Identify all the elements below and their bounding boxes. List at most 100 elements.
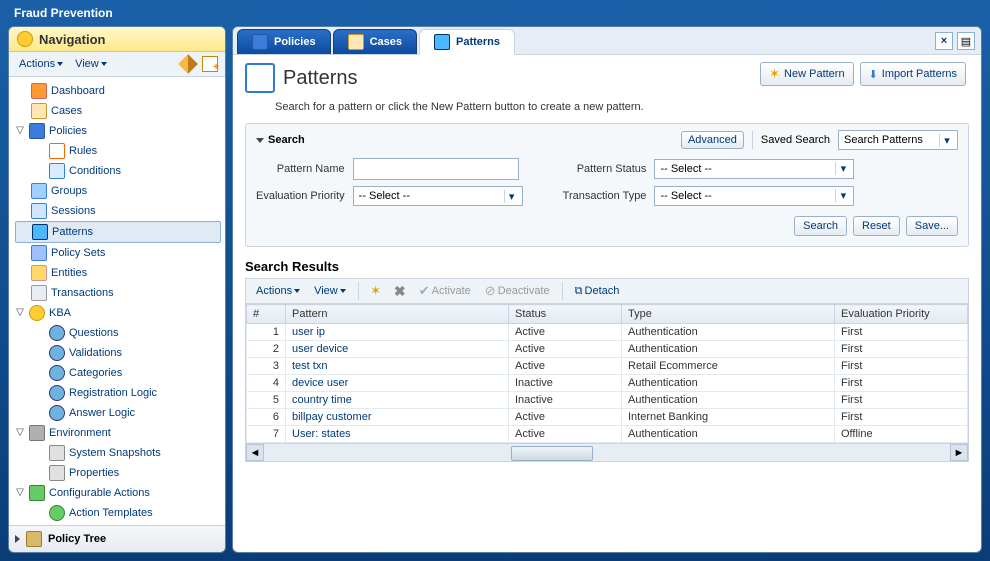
nav-view-label: View <box>75 58 99 70</box>
chevron-down-icon: ▾ <box>939 134 954 147</box>
col-type[interactable]: Type <box>622 305 835 324</box>
nav-item-transactions[interactable]: Transactions <box>9 283 225 303</box>
tab-patterns[interactable]: Patterns <box>419 29 515 55</box>
nav-item-kba[interactable]: ▽KBA <box>9 303 225 323</box>
col-pattern[interactable]: Pattern <box>286 305 509 324</box>
import-icon: ⬇ <box>869 68 878 81</box>
saved-search-select[interactable]: Search Patterns ▾ <box>838 130 958 150</box>
scroll-left-button[interactable]: ◄ <box>246 444 264 461</box>
nav-item-configurable-actions[interactable]: ▽Configurable Actions <box>9 483 225 503</box>
pattern-status-label: Pattern Status <box>563 163 647 175</box>
nav-item-validations[interactable]: Validations <box>9 343 225 363</box>
delete-row-button[interactable]: ✖ <box>391 282 409 300</box>
new-pattern-button[interactable]: ✶New Pattern <box>760 62 853 86</box>
cell-pattern[interactable]: User: states <box>286 426 509 443</box>
expand-toggle-icon[interactable]: ▽ <box>15 126 25 136</box>
nav-item-rules[interactable]: Rules <box>9 141 225 161</box>
policy-tree-icon <box>26 531 42 547</box>
col-priority[interactable]: Evaluation Priority <box>835 305 968 324</box>
cell-pattern[interactable]: billpay customer <box>286 409 509 426</box>
nav-item-action-templates[interactable]: Action Templates <box>9 503 225 523</box>
pattern-status-select[interactable]: -- Select --▾ <box>654 159 854 179</box>
nav-item-patterns[interactable]: Patterns <box>15 221 221 243</box>
deactivate-button[interactable]: ⊘Deactivate <box>481 282 554 300</box>
cell-pattern[interactable]: test txn <box>286 358 509 375</box>
cell-pattern[interactable]: device user <box>286 375 509 392</box>
nav-item-registration-logic[interactable]: Registration Logic <box>9 383 225 403</box>
table-row[interactable]: 7User: statesActiveAuthenticationOffline <box>247 426 968 443</box>
nav-item-questions[interactable]: Questions <box>9 323 225 343</box>
import-patterns-button[interactable]: ⬇Import Patterns <box>860 62 966 86</box>
cell-pattern[interactable]: country time <box>286 392 509 409</box>
pattern-name-label: Pattern Name <box>256 163 345 175</box>
cfg-actions-icon <box>29 485 45 501</box>
tab-cases[interactable]: Cases <box>333 29 417 54</box>
activate-button[interactable]: ✔Activate <box>415 282 475 300</box>
nav-actions-menu[interactable]: Actions <box>15 57 67 71</box>
tab-policies[interactable]: Policies <box>237 29 331 54</box>
cell-pattern[interactable]: user device <box>286 341 509 358</box>
col-num[interactable]: # <box>247 305 286 324</box>
search-button[interactable]: Search <box>794 216 847 236</box>
new-file-icon[interactable] <box>201 55 219 73</box>
tab-list-button[interactable]: ▤ <box>957 32 975 50</box>
results-title: Search Results <box>245 259 969 274</box>
nav-item-answer-logic[interactable]: Answer Logic <box>9 403 225 423</box>
conditions-icon <box>49 163 65 179</box>
table-row[interactable]: 5country timeInactiveAuthenticationFirst <box>247 392 968 409</box>
disclosure-icon[interactable] <box>256 138 264 143</box>
nav-item-conditions[interactable]: Conditions <box>9 161 225 181</box>
table-row[interactable]: 6billpay customerActiveInternet BankingF… <box>247 409 968 426</box>
table-row[interactable]: 2user deviceActiveAuthenticationFirst <box>247 341 968 358</box>
detach-button[interactable]: ⧉Detach <box>571 284 624 299</box>
patterns-large-icon <box>245 63 275 93</box>
results-actions-menu[interactable]: Actions <box>252 284 304 298</box>
edit-icon[interactable] <box>179 55 197 73</box>
expand-toggle-icon[interactable]: ▽ <box>15 488 25 498</box>
cases-icon <box>348 34 364 50</box>
cell-pattern[interactable]: user ip <box>286 324 509 341</box>
horizontal-scrollbar[interactable]: ◄ ► <box>245 444 969 462</box>
table-row[interactable]: 1user ipActiveAuthenticationFirst <box>247 324 968 341</box>
save-search-button[interactable]: Save... <box>906 216 958 236</box>
table-row[interactable]: 4device userInactiveAuthenticationFirst <box>247 375 968 392</box>
cell-status: Active <box>509 409 622 426</box>
nav-item-entities[interactable]: Entities <box>9 263 225 283</box>
policy-tree-panel[interactable]: Policy Tree <box>9 525 225 552</box>
chevron-down-icon <box>57 62 63 66</box>
scroll-right-button[interactable]: ► <box>950 444 968 461</box>
col-status[interactable]: Status <box>509 305 622 324</box>
nav-item-cases[interactable]: Cases <box>9 101 225 121</box>
reset-button[interactable]: Reset <box>853 216 900 236</box>
page-content: Patterns ✶New Pattern ⬇Import Patterns S… <box>233 55 981 552</box>
results-view-menu[interactable]: View <box>310 284 350 298</box>
kba-icon <box>29 305 45 321</box>
scroll-track[interactable] <box>264 445 950 460</box>
x-icon: ✖ <box>394 283 406 300</box>
transaction-type-select[interactable]: -- Select --▾ <box>654 186 854 206</box>
cell-status: Active <box>509 426 622 443</box>
expand-toggle-icon[interactable]: ▽ <box>15 428 25 438</box>
cell-num: 4 <box>247 375 286 392</box>
tab-close-button[interactable]: × <box>935 32 953 50</box>
expand-toggle-icon[interactable]: ▽ <box>15 308 25 318</box>
nav-item-policies[interactable]: ▽Policies <box>9 121 225 141</box>
cell-priority: First <box>835 341 968 358</box>
scroll-thumb[interactable] <box>511 446 593 461</box>
evaluation-priority-select[interactable]: -- Select --▾ <box>353 186 523 206</box>
nav-item-environment[interactable]: ▽Environment <box>9 423 225 443</box>
nav-item-groups[interactable]: Groups <box>9 181 225 201</box>
nav-item-categories[interactable]: Categories <box>9 363 225 383</box>
nav-item-policy-sets[interactable]: Policy Sets <box>9 243 225 263</box>
nav-item-snapshots[interactable]: System Snapshots <box>9 443 225 463</box>
nav-item-sessions[interactable]: Sessions <box>9 201 225 221</box>
search-header: Search Advanced Saved Search Search Patt… <box>256 130 958 150</box>
new-row-button[interactable]: ✶ <box>367 282 385 300</box>
advanced-button[interactable]: Advanced <box>681 131 744 149</box>
nav-tree: Dashboard Cases ▽Policies Rules Conditio… <box>9 77 225 525</box>
nav-item-properties[interactable]: Properties <box>9 463 225 483</box>
nav-view-menu[interactable]: View <box>71 57 111 71</box>
table-row[interactable]: 3test txnActiveRetail EcommerceFirst <box>247 358 968 375</box>
pattern-name-input[interactable] <box>353 158 519 180</box>
nav-item-dashboard[interactable]: Dashboard <box>9 81 225 101</box>
